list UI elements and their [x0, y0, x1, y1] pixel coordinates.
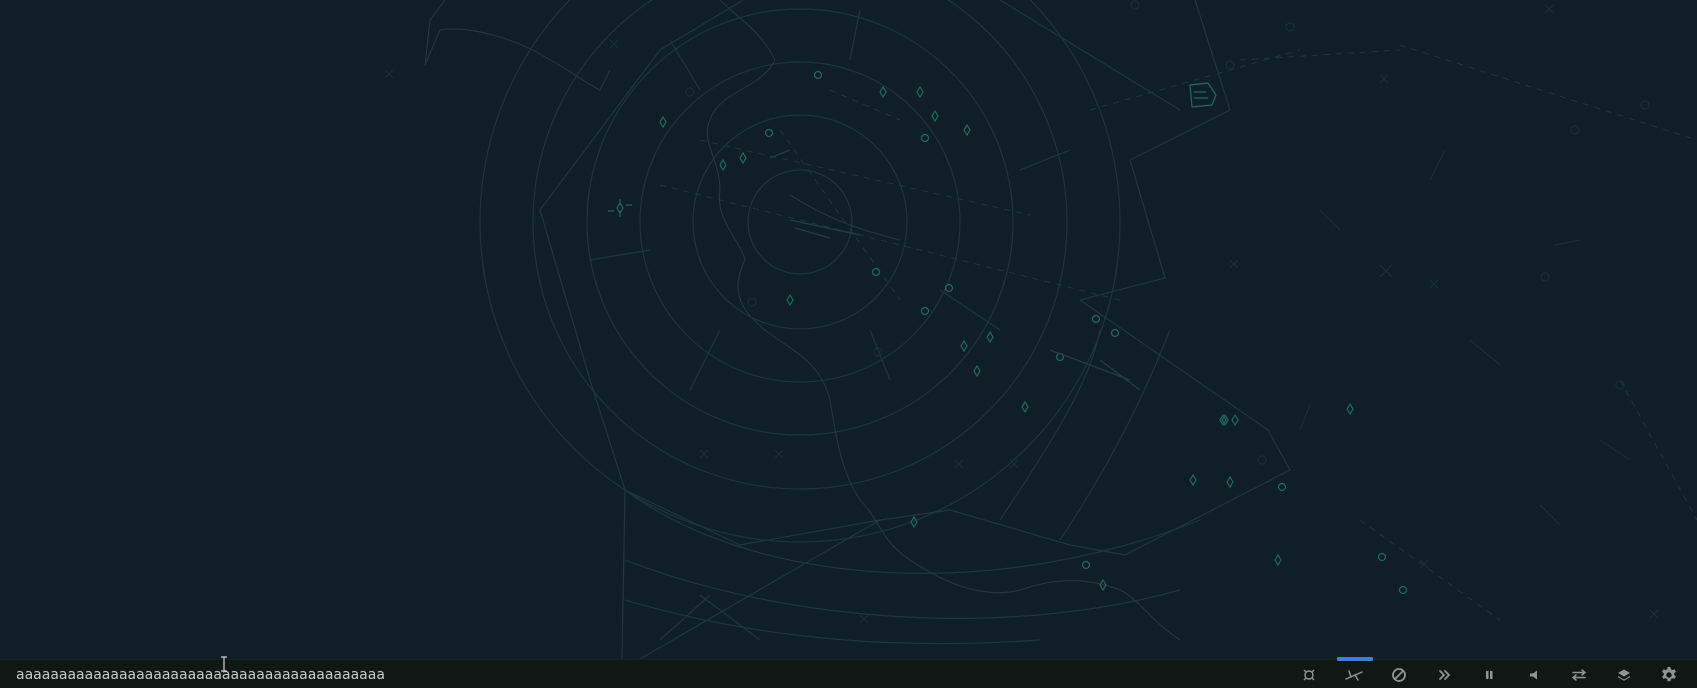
no-entry-icon	[1391, 667, 1406, 682]
pause-icon	[1485, 670, 1492, 679]
airport-icon	[1303, 669, 1314, 680]
fix-points-faint	[384, 0, 1659, 624]
range-ring	[532, 0, 1068, 490]
restrict-button[interactable]	[1376, 660, 1421, 688]
command-input[interactable]	[12, 664, 840, 686]
aircraft-button[interactable]	[1331, 657, 1376, 688]
settings-button[interactable]	[1646, 660, 1691, 688]
toolbar	[1286, 657, 1691, 688]
command-bar	[0, 657, 1697, 688]
runways	[769, 149, 1141, 391]
radar-app	[0, 0, 1697, 688]
gear-icon	[1661, 666, 1676, 681]
swap-button[interactable]	[1556, 660, 1601, 688]
speaker-icon	[1529, 670, 1537, 679]
layers-icon	[1617, 669, 1630, 681]
airways	[659, 44, 1697, 621]
radar-map[interactable]	[0, 0, 1697, 659]
fast-forward-button[interactable]	[1421, 660, 1466, 688]
fast-forward-icon	[1438, 669, 1450, 680]
sound-button[interactable]	[1511, 660, 1556, 688]
range-ring	[479, 0, 1121, 543]
airspace-boundaries	[539, 0, 1291, 659]
pause-button[interactable]	[1466, 660, 1511, 688]
layers-button[interactable]	[1601, 660, 1646, 688]
airport-button[interactable]	[1286, 660, 1331, 688]
swap-arrows-icon	[1571, 668, 1586, 681]
aircraft-icon	[1344, 669, 1363, 681]
fix-points	[608, 70, 1408, 595]
